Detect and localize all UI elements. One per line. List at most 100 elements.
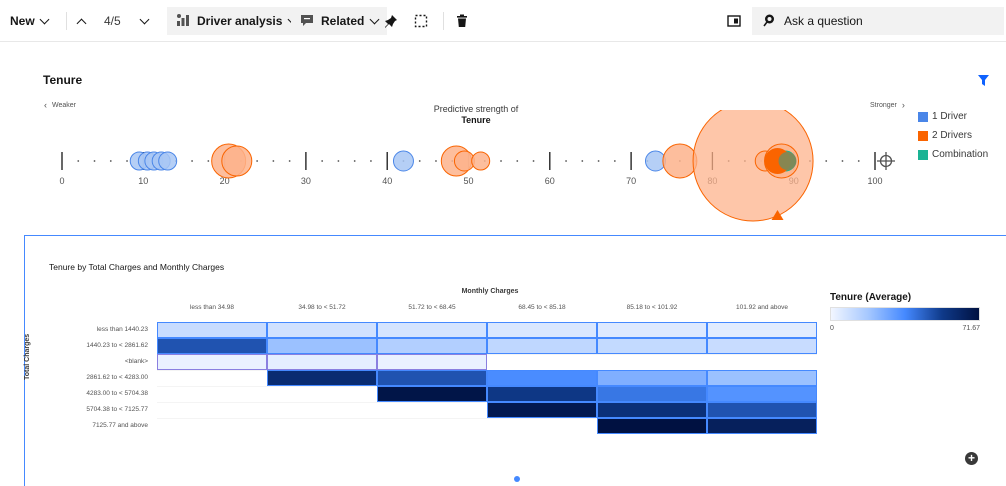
heatmap-cell[interactable] — [267, 418, 377, 434]
expand-selection-icon[interactable] — [411, 11, 431, 31]
driver-bubble[interactable] — [471, 151, 491, 171]
heatmap-cell[interactable] — [377, 386, 487, 402]
heatmap-cell[interactable] — [267, 338, 377, 354]
heatmap-cell[interactable] — [597, 370, 707, 386]
column-label: 34.98 to < 51.72 — [298, 304, 346, 311]
heatmap-cell[interactable] — [597, 402, 707, 418]
stronger-label: Stronger › — [870, 100, 905, 110]
heatmap-cell[interactable] — [377, 354, 487, 370]
heatmap-cell[interactable] — [707, 402, 817, 418]
related-icon — [300, 13, 314, 30]
heatmap-cell[interactable] — [377, 418, 487, 434]
axis-minor-dot — [256, 160, 259, 162]
axis-tick-label: 70 — [626, 176, 636, 186]
heatmap-cell[interactable] — [707, 386, 817, 402]
panel-toggle-icon[interactable] — [724, 11, 744, 31]
heatmap-cell[interactable] — [707, 354, 817, 370]
row-label: <blank> — [124, 358, 148, 365]
driver-bubble[interactable] — [662, 143, 698, 179]
add-icon[interactable]: + — [965, 452, 978, 465]
heatmap-cell[interactable] — [597, 338, 707, 354]
heatmap-cell[interactable] — [267, 354, 377, 370]
heatmap-cell[interactable] — [487, 386, 597, 402]
heatmap-cell[interactable] — [487, 418, 597, 434]
column-label: 68.45 to < 85.18 — [518, 304, 566, 311]
heatmap-cell[interactable] — [707, 322, 817, 338]
heatmap-cell[interactable] — [267, 322, 377, 338]
axis-minor-dot — [500, 160, 502, 162]
axis-minor-dot — [532, 160, 535, 162]
heatmap-cell[interactable] — [377, 322, 487, 338]
heatmap-cell[interactable] — [707, 418, 817, 434]
axis-tick-label: 30 — [301, 176, 311, 186]
axis-tick-label: 40 — [382, 176, 392, 186]
x-axis-title: Monthly Charges — [461, 288, 519, 295]
color-gradient-bar — [830, 307, 980, 321]
color-legend-min: 0 — [830, 325, 834, 332]
heatmap-cell[interactable] — [487, 370, 597, 386]
heatmap-cell[interactable] — [487, 338, 597, 354]
heatmap-cell[interactable] — [377, 370, 487, 386]
legend-item-combination[interactable]: Combination — [918, 145, 988, 164]
heatmap-cell[interactable] — [157, 402, 267, 418]
heatmap-cell[interactable] — [267, 386, 377, 402]
heatmap-cell[interactable] — [157, 338, 267, 354]
heatmap-cell[interactable] — [597, 386, 707, 402]
pin-icon[interactable] — [381, 11, 401, 31]
axis-minor-dot — [207, 160, 210, 162]
previous-page-button[interactable] — [76, 0, 87, 42]
combination-bubble[interactable] — [778, 152, 797, 170]
heatmap-cell[interactable] — [157, 386, 267, 402]
heatmap-cell[interactable] — [157, 370, 267, 386]
heatmap-cell[interactable] — [707, 370, 817, 386]
pagination-dot[interactable] — [514, 476, 520, 482]
axis-tick-label: 60 — [545, 176, 555, 186]
chevron-down-icon — [139, 14, 150, 24]
column-label: less than 34.98 — [189, 304, 235, 311]
driver-bubble[interactable] — [392, 150, 414, 172]
recenter-icon[interactable] — [877, 152, 895, 170]
heatmap-cell[interactable] — [377, 402, 487, 418]
heatmap-cell[interactable] — [267, 370, 377, 386]
row-label: 4283.00 to < 5704.38 — [86, 390, 148, 397]
heatmap-cell[interactable] — [597, 354, 707, 370]
heatmap-cell[interactable] — [597, 418, 707, 434]
legend-item-2-drivers[interactable]: 2 Drivers — [918, 126, 988, 145]
axis-minor-dot — [337, 160, 340, 162]
axis-minor-dot — [288, 160, 291, 162]
legend-item-1-driver[interactable]: 1 Driver — [918, 107, 988, 126]
filter-icon[interactable] — [978, 73, 989, 91]
divider — [66, 12, 67, 30]
heatmap-cell[interactable] — [707, 338, 817, 354]
heatmap-cell[interactable] — [377, 338, 487, 354]
trash-icon[interactable] — [452, 11, 472, 31]
column-label: 51.72 to < 68.45 — [408, 304, 456, 311]
axis-minor-dot — [565, 160, 567, 162]
color-legend-max: 71.67 — [962, 325, 980, 332]
axis-minor-dot — [370, 160, 372, 162]
heatmap-cell[interactable] — [487, 354, 597, 370]
row-label: 5704.38 to < 7125.77 — [86, 406, 148, 413]
axis-minor-dot — [321, 160, 324, 162]
heatmap-cell[interactable] — [157, 322, 267, 338]
heatmap-cell[interactable] — [597, 322, 707, 338]
ask-question-input[interactable]: Ask a question — [752, 7, 1004, 35]
related-button[interactable]: Related — [291, 7, 388, 35]
heatmap-cell[interactable] — [157, 418, 267, 434]
driver-bubble[interactable] — [221, 145, 253, 177]
heatmap-cell[interactable] — [157, 354, 267, 370]
row-label: 1440.23 to < 2861.62 — [86, 342, 148, 349]
heatmap-cell[interactable] — [487, 402, 597, 418]
next-page-button[interactable] — [139, 0, 150, 42]
heatmap-cell[interactable] — [487, 322, 597, 338]
axis-minor-dot — [191, 160, 193, 162]
new-button[interactable]: New — [10, 0, 50, 42]
driver-bubble[interactable] — [158, 151, 178, 171]
new-label: New — [10, 14, 35, 28]
driver-analysis-button[interactable]: Driver analysis — [167, 7, 306, 35]
axis-minor-dot — [77, 160, 80, 162]
weaker-label: ‹ Weaker — [44, 100, 76, 110]
ask-icon — [762, 13, 776, 30]
heatmap-cell[interactable] — [267, 402, 377, 418]
axis-minor-dot — [841, 160, 844, 162]
